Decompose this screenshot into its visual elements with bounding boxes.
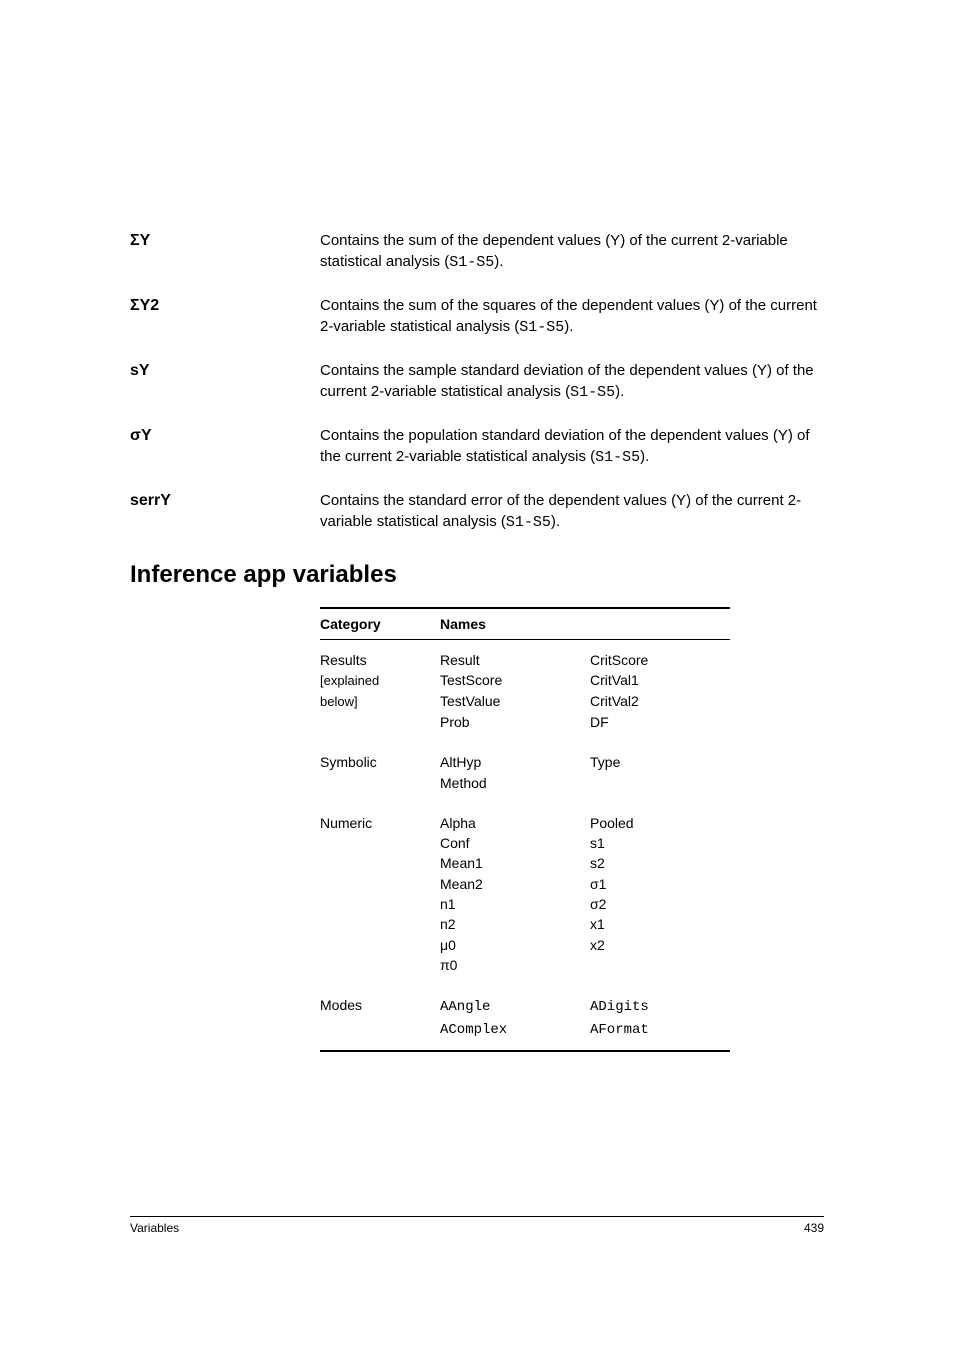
cell-name-2: s1 (590, 833, 730, 853)
cell-name-1: Method (440, 773, 590, 803)
cell-name-1: AComplex (440, 1018, 590, 1051)
definition-term: serrY (130, 490, 320, 533)
definition-description: Contains the population standard deviati… (320, 425, 824, 468)
table-row: n1σ2 (320, 894, 730, 914)
cell-name-2: s2 (590, 853, 730, 873)
definition-row: σYContains the population standard devia… (130, 425, 824, 468)
table-row: ModesAAngleADigits (320, 985, 730, 1017)
definition-term: ΣY2 (130, 295, 320, 338)
table-row: AComplexAFormat (320, 1018, 730, 1051)
cell-name-2 (590, 773, 730, 803)
footer-left: Variables (130, 1221, 179, 1235)
cell-category: [explained (320, 670, 440, 691)
cell-category (320, 712, 440, 742)
table-row: π0 (320, 955, 730, 985)
table-header-blank (590, 608, 730, 640)
cell-name-1: Mean2 (440, 874, 590, 894)
definition-row: serrYContains the standard error of the … (130, 490, 824, 533)
cell-name-2: CritVal2 (590, 691, 730, 712)
cell-name-1: π0 (440, 955, 590, 985)
cell-name-2 (590, 955, 730, 985)
cell-category: Results (320, 640, 440, 671)
footer-right: 439 (804, 1221, 824, 1235)
table-row: n2x1 (320, 914, 730, 934)
cell-category (320, 773, 440, 803)
cell-name-1: n1 (440, 894, 590, 914)
table-row: Mean2σ1 (320, 874, 730, 894)
section-heading: Inference app variables (130, 561, 824, 589)
cell-name-2: ADigits (590, 985, 730, 1017)
table-header-category: Category (320, 608, 440, 640)
cell-name-2: CritVal1 (590, 670, 730, 691)
cell-name-2: x2 (590, 935, 730, 955)
cell-category (320, 833, 440, 853)
inference-variables-table: Category Names ResultsResultCritScore[ex… (320, 607, 730, 1052)
cell-category (320, 914, 440, 934)
definition-description: Contains the sum of the dependent values… (320, 230, 824, 273)
table-row: μ0x2 (320, 935, 730, 955)
definition-term: sY (130, 360, 320, 403)
cell-category (320, 874, 440, 894)
cell-name-1: μ0 (440, 935, 590, 955)
page-footer: Variables 439 (130, 1216, 824, 1235)
cell-category: Numeric (320, 803, 440, 833)
table-header-names: Names (440, 608, 590, 640)
cell-category (320, 1018, 440, 1051)
cell-category (320, 935, 440, 955)
cell-category: below] (320, 691, 440, 712)
table-row: Method (320, 773, 730, 803)
cell-name-2: AFormat (590, 1018, 730, 1051)
definition-list: ΣYContains the sum of the dependent valu… (130, 230, 824, 533)
cell-name-2: σ1 (590, 874, 730, 894)
cell-name-1: TestValue (440, 691, 590, 712)
table-row: ProbDF (320, 712, 730, 742)
cell-name-1: Prob (440, 712, 590, 742)
cell-name-2: Pooled (590, 803, 730, 833)
page: ΣYContains the sum of the dependent valu… (0, 0, 954, 1350)
cell-category: Symbolic (320, 742, 440, 772)
definition-description: Contains the sum of the squares of the d… (320, 295, 824, 338)
definition-row: sYContains the sample standard deviation… (130, 360, 824, 403)
cell-name-1: n2 (440, 914, 590, 934)
definition-term: ΣY (130, 230, 320, 273)
definition-term: σY (130, 425, 320, 468)
cell-name-1: Mean1 (440, 853, 590, 873)
table-row: ResultsResultCritScore (320, 640, 730, 671)
table-row: Confs1 (320, 833, 730, 853)
cell-name-1: AltHyp (440, 742, 590, 772)
cell-category (320, 853, 440, 873)
cell-name-2: CritScore (590, 640, 730, 671)
cell-name-1: Conf (440, 833, 590, 853)
table-row: below]TestValueCritVal2 (320, 691, 730, 712)
cell-name-1: TestScore (440, 670, 590, 691)
definition-row: ΣYContains the sum of the dependent valu… (130, 230, 824, 273)
cell-category (320, 894, 440, 914)
table-row: SymbolicAltHypType (320, 742, 730, 772)
cell-category: Modes (320, 985, 440, 1017)
definition-row: ΣY2Contains the sum of the squares of th… (130, 295, 824, 338)
definition-description: Contains the standard error of the depen… (320, 490, 824, 533)
table-body: ResultsResultCritScore[explainedTestScor… (320, 640, 730, 1051)
table-row: NumericAlphaPooled (320, 803, 730, 833)
cell-name-2: x1 (590, 914, 730, 934)
cell-name-2: σ2 (590, 894, 730, 914)
cell-name-1: Alpha (440, 803, 590, 833)
cell-name-2: DF (590, 712, 730, 742)
cell-name-1: Result (440, 640, 590, 671)
table-row: [explainedTestScoreCritVal1 (320, 670, 730, 691)
cell-category (320, 955, 440, 985)
cell-name-1: AAngle (440, 985, 590, 1017)
table-row: Mean1s2 (320, 853, 730, 873)
definition-description: Contains the sample standard deviation o… (320, 360, 824, 403)
cell-name-2: Type (590, 742, 730, 772)
table-wrap: Category Names ResultsResultCritScore[ex… (320, 607, 824, 1052)
